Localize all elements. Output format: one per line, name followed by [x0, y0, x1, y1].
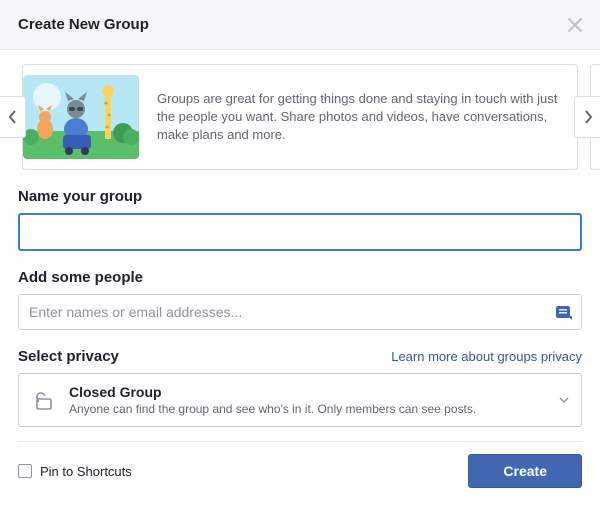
info-carousel: Groups are great for getting things done… [18, 64, 582, 170]
people-field-wrapper [18, 294, 582, 330]
people-input[interactable] [29, 304, 555, 320]
modal-header: Create New Group [0, 0, 600, 50]
privacy-title: Closed Group [69, 384, 559, 400]
create-button[interactable]: Create [468, 454, 582, 488]
privacy-learn-more-link[interactable]: Learn more about groups privacy [391, 349, 582, 364]
carousel-next-button[interactable] [574, 96, 600, 138]
people-label: Add some people [18, 269, 582, 286]
close-icon[interactable] [568, 18, 582, 32]
privacy-text: Closed Group Anyone can find the group a… [69, 384, 559, 416]
pin-label: Pin to Shortcuts [40, 464, 132, 479]
contact-card-icon[interactable] [555, 303, 573, 321]
name-label: Name your group [18, 188, 582, 205]
privacy-section: Select privacy Learn more about groups p… [18, 348, 582, 427]
info-card: Groups are great for getting things done… [22, 64, 578, 170]
group-name-input[interactable] [18, 213, 582, 251]
modal-title: Create New Group [18, 16, 149, 33]
people-section: Add some people [18, 269, 582, 330]
privacy-label: Select privacy [18, 348, 119, 365]
info-text: Groups are great for getting things done… [139, 90, 563, 145]
lock-open-icon [31, 388, 55, 412]
name-section: Name your group [18, 188, 582, 251]
privacy-select[interactable]: Closed Group Anyone can find the group a… [18, 373, 582, 427]
modal-body: Groups are great for getting things done… [0, 50, 600, 529]
carousel-prev-button[interactable] [0, 96, 26, 138]
pin-checkbox[interactable] [18, 464, 32, 478]
chevron-left-icon [8, 109, 18, 125]
create-group-modal: Create New Group [0, 0, 600, 529]
caret-down-icon [559, 397, 569, 403]
chevron-right-icon [583, 109, 593, 125]
privacy-description: Anyone can find the group and see who's … [69, 402, 559, 416]
info-illustration [23, 75, 139, 159]
modal-footer: Pin to Shortcuts Create [18, 441, 582, 488]
pin-to-shortcuts[interactable]: Pin to Shortcuts [18, 464, 132, 479]
